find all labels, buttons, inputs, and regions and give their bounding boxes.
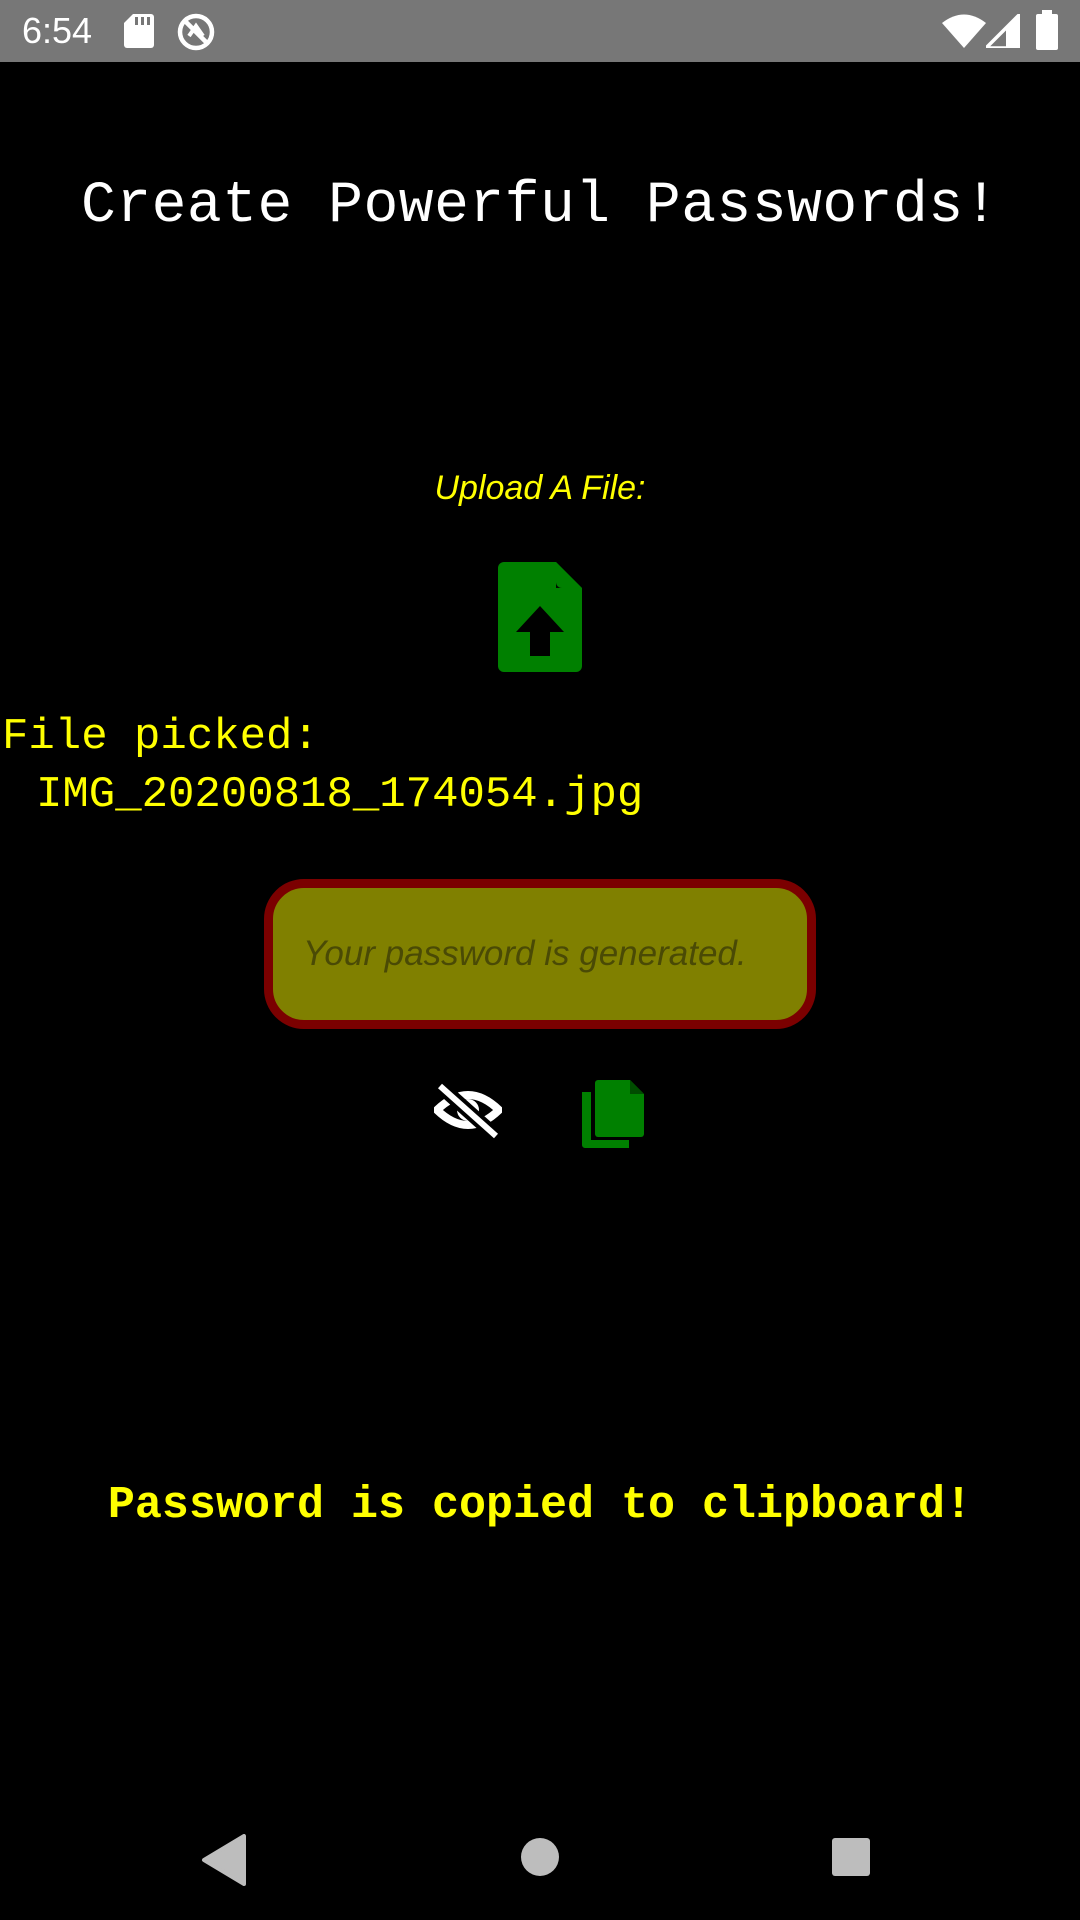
sd-card-icon xyxy=(124,14,154,48)
app-title: Create Powerful Passwords! xyxy=(81,174,999,239)
status-bar: 6:54 xyxy=(0,0,1080,62)
back-icon[interactable] xyxy=(200,1834,248,1886)
password-input[interactable] xyxy=(273,888,807,1020)
eye-slash-icon[interactable] xyxy=(434,1080,502,1140)
battery-icon xyxy=(1036,10,1058,50)
home-icon[interactable] xyxy=(519,1836,561,1878)
file-picked-label: File picked: xyxy=(2,712,319,762)
password-field[interactable] xyxy=(264,879,816,1029)
copied-message: Password is copied to clipboard! xyxy=(107,1480,973,1531)
navigation-bar xyxy=(0,1800,1080,1920)
app-screen: 6:54 Create Powerful Passwords! Upload A… xyxy=(0,0,1080,1920)
upload-label: Upload A File: xyxy=(434,469,646,507)
file-picked-block: File picked: IMG_20200818_174054.jpg xyxy=(2,708,1072,824)
status-time: 6:54 xyxy=(22,10,93,51)
sync-icon xyxy=(177,13,215,51)
cell-signal-icon xyxy=(986,14,1020,48)
copy-icon[interactable] xyxy=(582,1080,644,1148)
file-name: IMG_20200818_174054.jpg xyxy=(36,770,644,820)
file-upload-icon[interactable] xyxy=(498,562,582,672)
wifi-icon xyxy=(942,14,986,48)
recents-icon[interactable] xyxy=(830,1836,872,1878)
